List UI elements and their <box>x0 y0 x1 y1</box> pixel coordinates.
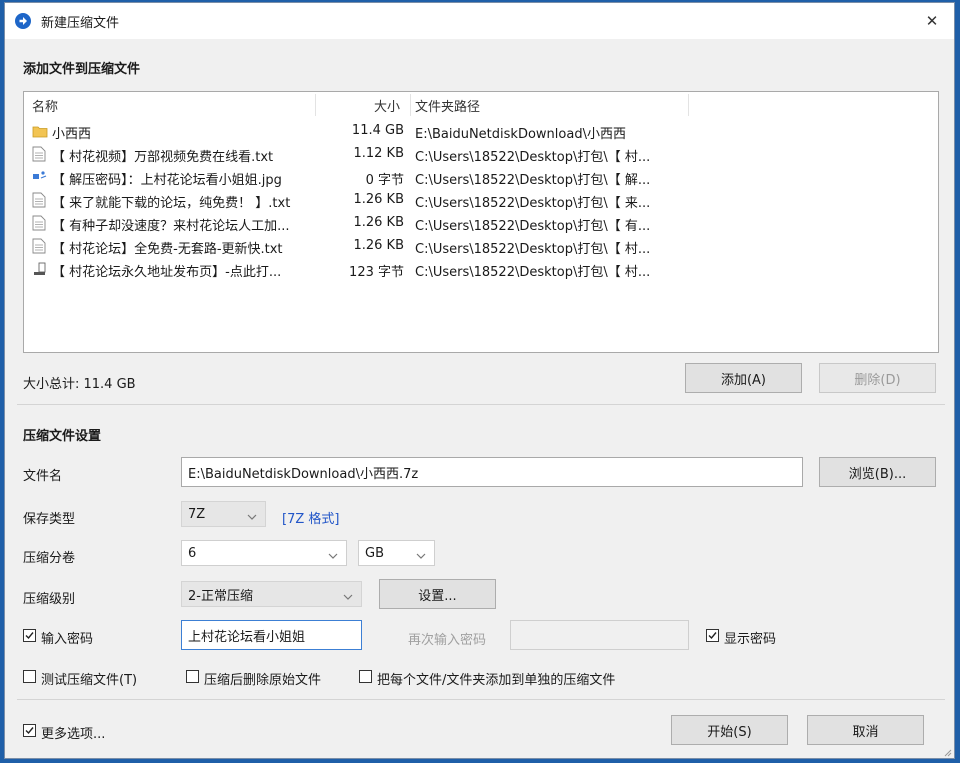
separate-archives-checkbox[interactable] <box>359 670 372 683</box>
test-archive-checkbox[interactable] <box>23 670 36 683</box>
add-files-heading: 添加文件到压缩文件 <box>23 62 141 77</box>
file-list[interactable]: 名称 大小 文件夹路径 小西西 11.4 GB E:\BaiduNetdiskD… <box>23 91 939 353</box>
file-path: C:\Users\18522\Desktop\打包\【 来... <box>415 196 651 211</box>
file-size: 1.26 KB <box>353 192 404 207</box>
file-path: E:\BaiduNetdiskDownload\小西西 <box>415 127 626 142</box>
file-name: 小西西 <box>52 127 92 142</box>
close-icon: ✕ <box>925 12 939 30</box>
save-type-label: 保存类型 <box>23 512 76 527</box>
delete-after-label[interactable]: 压缩后删除原始文件 <box>204 669 321 688</box>
start-button[interactable]: 开始(S) <box>671 715 788 745</box>
column-separator <box>410 94 411 116</box>
filename-label: 文件名 <box>23 469 63 484</box>
show-password-label[interactable]: 显示密码 <box>724 628 776 647</box>
file-name: 【 村花论坛】全免费-无套路-更新快.txt <box>52 242 283 257</box>
title-bar: 新建压缩文件 ✕ <box>5 3 954 39</box>
shortcut-file-icon <box>32 261 46 277</box>
section-divider <box>17 699 945 700</box>
file-row[interactable]: 【 村花论坛】全免费-无套路-更新快.txt 1.26 KB C:\Users\… <box>24 235 938 258</box>
text-file-icon <box>32 146 46 162</box>
password-input[interactable]: 上村花论坛看小姐姐 <box>181 620 362 650</box>
file-name: 【 来了就能下载的论坛，纯免费！ 】.txt <box>52 196 291 211</box>
split-volume-label: 压缩分卷 <box>23 551 76 566</box>
file-path: C:\Users\18522\Desktop\打包\【 村... <box>415 150 651 165</box>
file-path: C:\Users\18522\Desktop\打包\【 村... <box>415 265 651 280</box>
split-unit-value: GB <box>365 545 384 561</box>
column-header-name[interactable]: 名称 <box>32 96 58 116</box>
compression-level-label: 压缩级别 <box>23 592 76 607</box>
delete-button[interactable]: 删除(D) <box>819 363 936 393</box>
file-size: 0 字节 <box>365 173 404 188</box>
file-size: 1.26 KB <box>353 238 404 253</box>
more-options-label[interactable]: 更多选项... <box>41 723 105 742</box>
file-path: C:\Users\18522\Desktop\打包\【 村... <box>415 242 651 257</box>
cancel-button[interactable]: 取消 <box>807 715 924 745</box>
compression-level-value: 2-正常压缩 <box>188 588 253 604</box>
window-title: 新建压缩文件 <box>41 16 120 31</box>
chevron-down-icon <box>247 510 257 520</box>
file-path: C:\Users\18522\Desktop\打包\【 解... <box>415 173 651 188</box>
show-password-checkbox[interactable] <box>706 629 719 642</box>
save-type-select[interactable]: 7Z <box>181 501 266 527</box>
chevron-down-icon <box>416 549 426 559</box>
folder-icon <box>32 123 48 139</box>
compress-dialog: 新建压缩文件 ✕ 添加文件到压缩文件 名称 大小 文件夹路径 小西西 11.4 … <box>4 2 955 759</box>
filename-input[interactable]: E:\BaiduNetdiskDownload\小西西.7z <box>181 457 803 487</box>
file-size: 11.4 GB <box>351 123 404 138</box>
column-header-path[interactable]: 文件夹路径 <box>415 96 480 116</box>
add-button[interactable]: 添加(A) <box>685 363 802 393</box>
file-row[interactable]: 【 有种子却没速度？来村花论坛人工加... 1.26 KB C:\Users\1… <box>24 212 938 235</box>
format-link[interactable]: [7Z 格式] <box>282 508 339 527</box>
total-size: 大小总计: 11.4 GB <box>23 377 136 392</box>
delete-after-checkbox[interactable] <box>186 670 199 683</box>
resize-grip-icon[interactable] <box>942 746 952 757</box>
file-name: 【 解压密码】：上村花论坛看小姐姐.jpg <box>52 173 282 188</box>
chevron-down-icon <box>343 590 353 600</box>
file-size: 123 字节 <box>349 265 404 280</box>
file-name: 【 村花论坛永久地址发布页】-点此打... <box>52 265 282 280</box>
section-divider <box>17 404 945 405</box>
column-separator <box>315 94 316 116</box>
file-row[interactable]: 【 解压密码】：上村花论坛看小姐姐.jpg 0 字节 C:\Users\1852… <box>24 166 938 189</box>
test-archive-label[interactable]: 测试压缩文件(T) <box>41 669 137 688</box>
file-row[interactable]: 【 来了就能下载的论坛，纯免费！ 】.txt 1.26 KB C:\Users\… <box>24 189 938 212</box>
text-file-icon <box>32 238 46 254</box>
column-separator <box>688 94 689 116</box>
split-volume-select[interactable]: 6 <box>181 540 347 566</box>
save-type-value: 7Z <box>188 506 206 522</box>
separate-archives-label[interactable]: 把每个文件/文件夹添加到单独的压缩文件 <box>377 669 615 688</box>
split-unit-select[interactable]: GB <box>358 540 435 566</box>
reenter-password-label: 再次输入密码 <box>408 633 487 648</box>
file-size: 1.12 KB <box>353 146 404 161</box>
level-settings-button[interactable]: 设置... <box>379 579 496 609</box>
file-row[interactable]: 【 村花视频】万部视频免费在线看.txt 1.12 KB C:\Users\18… <box>24 143 938 166</box>
text-file-icon <box>32 192 46 208</box>
app-logo-icon <box>15 13 31 29</box>
text-file-icon <box>32 215 46 231</box>
more-options-checkbox[interactable] <box>23 724 36 737</box>
file-row[interactable]: 【 村花论坛永久地址发布页】-点此打... 123 字节 C:\Users\18… <box>24 258 938 281</box>
reenter-password-input[interactable] <box>510 620 689 650</box>
file-row[interactable]: 小西西 11.4 GB E:\BaiduNetdiskDownload\小西西 <box>24 120 938 143</box>
password-checkbox[interactable] <box>23 629 36 642</box>
split-volume-value: 6 <box>188 545 197 561</box>
compression-level-select[interactable]: 2-正常压缩 <box>181 581 362 607</box>
close-button[interactable]: ✕ <box>920 9 944 33</box>
file-path: C:\Users\18522\Desktop\打包\【 有... <box>415 219 651 234</box>
settings-heading: 压缩文件设置 <box>23 429 102 444</box>
chevron-down-icon <box>328 549 338 559</box>
column-header-size[interactable]: 大小 <box>374 96 400 116</box>
file-size: 1.26 KB <box>353 215 404 230</box>
password-label[interactable]: 输入密码 <box>41 628 93 647</box>
image-file-icon <box>32 169 47 185</box>
browse-button[interactable]: 浏览(B)... <box>819 457 936 487</box>
file-name: 【 有种子却没速度？来村花论坛人工加... <box>52 219 290 234</box>
file-name: 【 村花视频】万部视频免费在线看.txt <box>52 150 274 165</box>
